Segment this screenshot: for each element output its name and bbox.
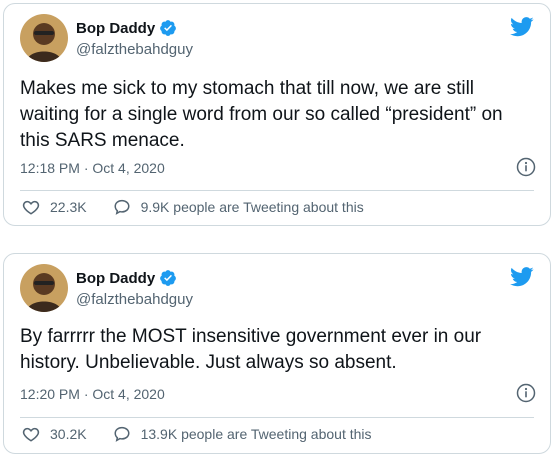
tweeting-count: 9.9K people are Tweeting about this <box>140 199 364 215</box>
tweet-timestamp[interactable]: 12:20 PM · Oct 4, 2020 <box>20 386 165 402</box>
tweeting-about-link[interactable]: 13.9K people are Tweeting about this <box>113 425 372 443</box>
tweeting-count: 13.9K people are Tweeting about this <box>140 426 372 442</box>
display-name[interactable]: Bop Daddy <box>76 20 155 37</box>
info-icon[interactable] <box>516 157 536 177</box>
like-button[interactable]: 22.3K <box>22 198 87 216</box>
avatar[interactable] <box>20 264 68 312</box>
user-handle[interactable]: @falzthebahdguy <box>76 41 193 58</box>
verified-badge-icon <box>159 269 177 287</box>
like-count: 22.3K <box>50 199 87 215</box>
tweet-text: By farrrrr the MOST insensitive governme… <box>20 326 482 373</box>
tweet-timestamp[interactable]: 12:18 PM · Oct 4, 2020 <box>20 160 165 176</box>
heart-icon <box>22 427 40 442</box>
info-icon[interactable] <box>516 383 536 403</box>
divider <box>20 417 534 418</box>
twitter-bird-icon[interactable] <box>510 17 534 37</box>
avatar[interactable] <box>20 14 68 62</box>
tweet-card[interactable]: Bop Daddy @falzthebahdguy By farrrrr the… <box>3 253 551 454</box>
speech-bubble-icon <box>114 426 130 442</box>
twitter-bird-icon[interactable] <box>510 267 534 287</box>
heart-icon <box>22 200 40 215</box>
display-name[interactable]: Bop Daddy <box>76 270 155 287</box>
speech-bubble-icon <box>114 199 130 215</box>
like-button[interactable]: 30.2K <box>22 425 87 443</box>
tweeting-about-link[interactable]: 9.9K people are Tweeting about this <box>113 198 364 216</box>
divider <box>20 190 534 191</box>
user-handle[interactable]: @falzthebahdguy <box>76 291 193 308</box>
tweet-text: Makes me sick to my stomach that till no… <box>20 78 503 151</box>
verified-badge-icon <box>159 19 177 37</box>
like-count: 30.2K <box>50 426 87 442</box>
tweet-card[interactable]: Bop Daddy @falzthebahdguy Makes me sick … <box>3 3 551 226</box>
